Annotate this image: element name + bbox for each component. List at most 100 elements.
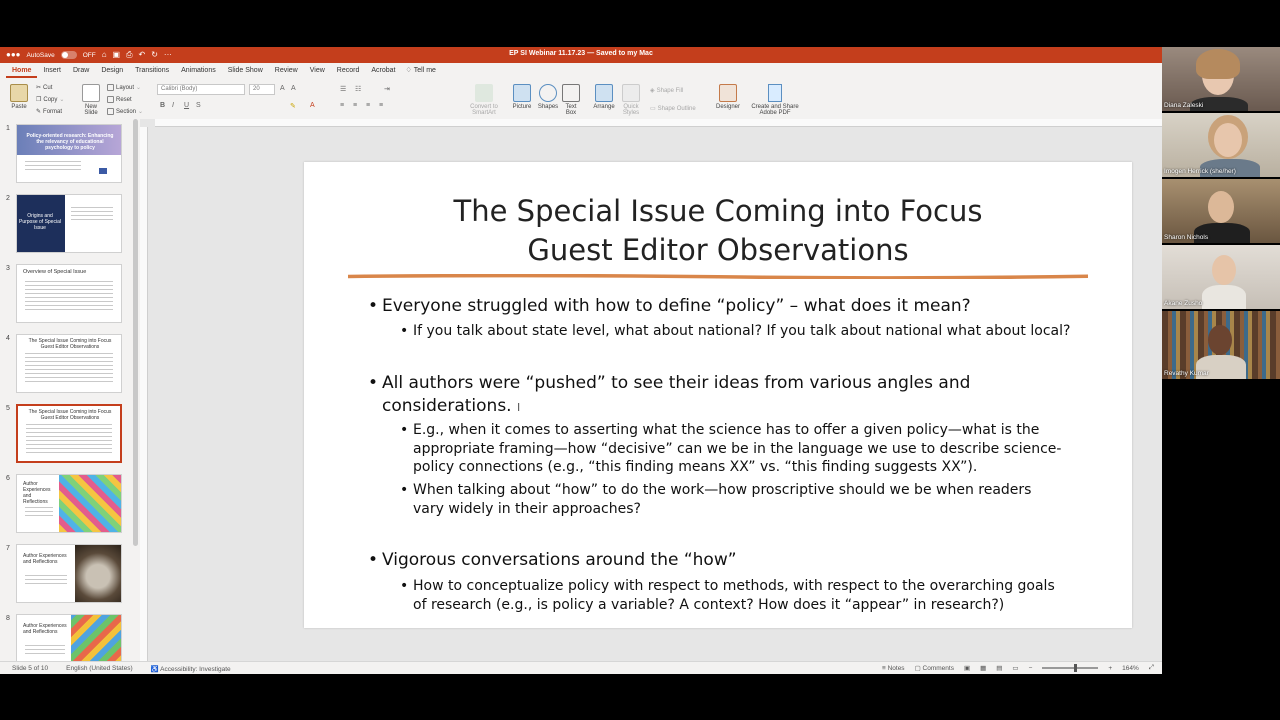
video-tile[interactable]: Imogen Herrick (she/her) [1162, 113, 1280, 177]
bullet-2-sub-1-line-2: appropriate framing—how “decisive” can w… [413, 440, 1062, 457]
tab-record[interactable]: Record [331, 63, 366, 78]
cut-button[interactable]: ✂ Cut [36, 84, 52, 92]
accessibility-button[interactable]: ♿ Accessibility: Investigate [151, 665, 231, 673]
bold-icon[interactable]: B [160, 102, 165, 109]
convert-smartart-button[interactable]: Convert to SmartArt [466, 84, 502, 116]
bullets-icon[interactable]: ☰ [340, 85, 346, 93]
tab-animations[interactable]: Animations [175, 63, 222, 78]
font-name-box[interactable]: Calibri (Body) [157, 84, 245, 95]
indent-icon[interactable]: ⇥ [384, 85, 390, 93]
slide-title[interactable]: The Special Issue Coming into Focus Gues… [304, 192, 1132, 270]
font-size-value: 20 [253, 86, 260, 92]
align-center-icon[interactable]: ≡ [353, 102, 357, 109]
language-indicator[interactable]: English (United States) [66, 665, 132, 673]
video-tile[interactable]: Diana Zaleski [1162, 47, 1280, 111]
notes-button[interactable]: ≡ Notes [882, 665, 905, 672]
zoom-out-icon[interactable]: − [1029, 665, 1033, 672]
comments-button[interactable]: ▢ Comments [915, 664, 954, 672]
tab-slide-show[interactable]: Slide Show [222, 63, 269, 78]
tab-insert[interactable]: Insert [37, 63, 67, 78]
text-box-button[interactable]: Text Box [556, 84, 586, 116]
paint-bucket-icon: ◈ [650, 88, 655, 94]
strikethrough-icon[interactable]: S [196, 102, 201, 109]
section-button[interactable]: Section ⌄ [107, 108, 143, 115]
thumbnails-scrollbar[interactable] [133, 119, 138, 546]
brush-icon: ✎ [36, 109, 42, 115]
tab-home[interactable]: Home [6, 63, 38, 78]
numbering-icon[interactable]: ☷ [355, 85, 361, 93]
tab-acrobat[interactable]: Acrobat [365, 63, 401, 78]
zoom-slider[interactable] [1042, 664, 1099, 672]
slide-thumbnail-2[interactable]: Origins and Purpose of Special Issue [16, 194, 122, 253]
tab-view[interactable]: View [304, 63, 331, 78]
section-label: Section [116, 108, 137, 115]
slide-thumbnail-6[interactable]: Author Experiences and Reflections [16, 474, 122, 533]
picture-icon [513, 84, 531, 102]
highlight-icon[interactable]: ✎ [290, 102, 296, 110]
vertical-ruler[interactable] [140, 127, 148, 662]
video-tile[interactable]: Akane Zusho [1162, 245, 1280, 309]
shape-fill-button[interactable]: ◈ Shape Fill [650, 87, 683, 95]
bullet-3-sub-1: How to conceptualize policy with respect… [400, 577, 1055, 614]
document-title[interactable]: EP SI Webinar 11.17.23 — Saved to my Mac [0, 50, 1162, 57]
chevron-down-icon: ⌄ [136, 85, 142, 91]
arrange-button[interactable]: Arrange [589, 84, 619, 110]
underline-icon[interactable]: U [184, 102, 189, 109]
font-color-icon[interactable]: A [310, 102, 315, 109]
bullet-2-line-2-text: considerations. [382, 396, 512, 416]
thumb-title: Author Experiences and Reflections [23, 553, 67, 565]
decrease-font-icon[interactable]: A [291, 85, 296, 92]
slide-thumbnail-5[interactable]: The Special Issue Coming into Focus Gues… [16, 404, 122, 463]
participant-hair [1196, 49, 1240, 79]
quick-styles-button[interactable]: Quick Styles [616, 84, 646, 116]
reset-button[interactable]: Reset [107, 96, 132, 103]
tab-review[interactable]: Review [269, 63, 304, 78]
slide-thumbnail-7[interactable]: Author Experiences and Reflections [16, 544, 122, 603]
align-left-icon[interactable]: ≡ [340, 102, 344, 109]
chevron-down-icon: ⌄ [138, 109, 144, 115]
horizontal-ruler[interactable] [155, 119, 1162, 127]
shape-outline-button[interactable]: ▭ Shape Outline [650, 105, 696, 113]
thumb-text-lines [26, 424, 112, 456]
clipboard-icon [10, 84, 28, 102]
quick-styles-label-2: Styles [622, 110, 640, 116]
normal-view-icon[interactable]: ▣ [964, 664, 970, 672]
status-bar: Slide 5 of 10 English (United States) ♿ … [0, 661, 1162, 674]
tab-transitions[interactable]: Transitions [129, 63, 175, 78]
text-cursor-icon: I [517, 401, 521, 414]
video-tile[interactable]: Revathy Kumar [1162, 311, 1280, 379]
adobe-pdf-button[interactable]: Create and Share Adobe PDF [748, 84, 802, 116]
bullet-3: Vigorous conversations around the “how” [368, 549, 737, 572]
italic-icon[interactable]: I [172, 102, 174, 109]
video-tile[interactable]: Sharon Nichols [1162, 179, 1280, 243]
tab-draw[interactable]: Draw [67, 63, 95, 78]
copy-button[interactable]: ❐ Copy ⌄ [36, 96, 64, 104]
tab-design[interactable]: Design [95, 63, 129, 78]
slide-thumbnail-1[interactable]: Policy-oriented research: Enhancing the … [16, 124, 122, 183]
zoom-in-icon[interactable]: + [1108, 665, 1112, 672]
slide-sorter-icon[interactable]: ▦ [980, 664, 986, 672]
zoom-level[interactable]: 164% [1122, 665, 1139, 672]
participant-name: Imogen Herrick (she/her) [1164, 168, 1236, 175]
slide-show-icon[interactable]: ▭ [1012, 664, 1018, 672]
participant-face [1214, 123, 1242, 157]
align-right-icon[interactable]: ≡ [366, 102, 370, 109]
font-size-box[interactable]: 20 [249, 84, 275, 95]
designer-button[interactable]: Designer [712, 84, 744, 110]
current-slide[interactable]: The Special Issue Coming into Focus Gues… [304, 162, 1132, 628]
thumb-logo [99, 168, 107, 174]
adobe-pdf-label-2: Adobe PDF [759, 110, 791, 116]
thumb-number: 4 [6, 335, 10, 342]
layout-button[interactable]: Layout ⌄ [107, 84, 141, 91]
slide-thumbnail-4[interactable]: The Special Issue Coming into Focus Gues… [16, 334, 122, 393]
reading-view-icon[interactable]: ▤ [996, 664, 1002, 672]
justify-icon[interactable]: ≡ [379, 102, 383, 109]
format-painter-button[interactable]: ✎ Format [36, 108, 62, 116]
fit-to-window-icon[interactable]: ⤢ [1149, 664, 1154, 672]
slide-thumbnail-3[interactable]: Overview of Special Issue [16, 264, 122, 323]
designer-label: Designer [715, 104, 740, 110]
new-slide-button[interactable]: New Slide [76, 84, 106, 116]
tell-me-search[interactable]: Tell me [412, 63, 442, 78]
paste-button[interactable]: Paste [4, 84, 34, 110]
increase-font-icon[interactable]: A [280, 85, 285, 92]
